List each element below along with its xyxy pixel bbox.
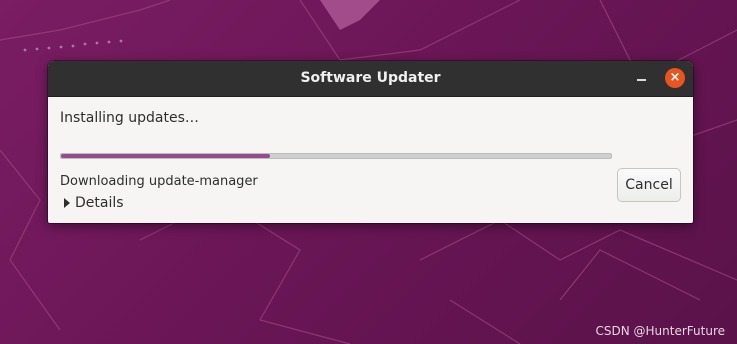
status-text: Installing updates…: [60, 110, 199, 126]
progress-bar: [60, 153, 612, 159]
details-expander[interactable]: Details: [64, 195, 124, 211]
close-icon[interactable]: ×: [665, 68, 685, 88]
progress-fill: [61, 154, 270, 158]
titlebar: Software Updater ×: [48, 61, 693, 97]
minimize-icon[interactable]: [633, 69, 651, 87]
dialog-content: Installing updates… Cancel Downloading u…: [48, 97, 693, 223]
details-label: Details: [75, 195, 124, 211]
watermark: CSDN @HunterFuture: [595, 324, 726, 338]
cancel-button[interactable]: Cancel: [617, 168, 681, 202]
download-status: Downloading update-manager: [60, 174, 258, 189]
software-updater-window: Software Updater × Installing updates… C…: [48, 61, 693, 223]
window-title: Software Updater: [300, 70, 441, 86]
expander-triangle-icon: [64, 198, 70, 208]
